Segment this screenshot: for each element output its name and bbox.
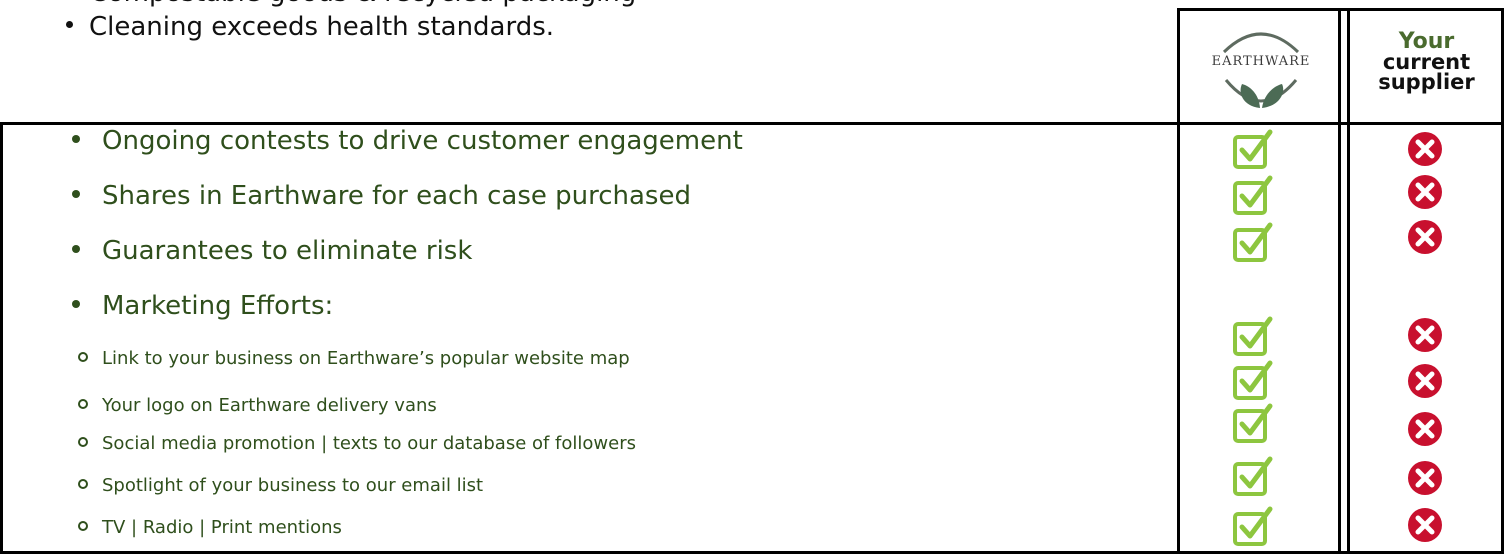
checkbox-check-icon: [1233, 506, 1273, 546]
marketing-label: Social media promotion | texts to our da…: [102, 433, 636, 454]
intro-cutoff-text: • Compostable goods & recycled packaging: [66, 0, 636, 8]
earthware-brand-name: EARTHWARE: [1211, 54, 1311, 69]
red-x-icon: [1408, 132, 1442, 166]
marketing-label: Your logo on Earthware delivery vans: [102, 395, 437, 416]
bullet-dot: [72, 134, 80, 143]
checkbox-check-icon: [1233, 175, 1273, 215]
marketing-label: Spotlight of your business to our email …: [102, 475, 484, 496]
intro-cleaning-line: Cleaning exceeds health standards.: [66, 12, 554, 42]
red-x-icon: [1408, 461, 1442, 495]
bullet-dot: [72, 189, 80, 198]
feature-row: Guarantees to eliminate risk: [72, 236, 472, 266]
checkbox-check-icon: [1233, 316, 1273, 356]
red-x-icon: [1408, 318, 1442, 352]
marketing-item: Social media promotion | texts to our da…: [78, 433, 636, 454]
checkbox-check-icon: [1233, 129, 1273, 169]
marketing-label: TV | Radio | Print mentions: [102, 517, 342, 538]
intro-cleaning-text: Cleaning exceeds health standards.: [89, 12, 555, 42]
supplier-header-line1: Your: [1398, 29, 1455, 54]
checkbox-check-icon: [1233, 222, 1273, 262]
circle-bullet-icon: [78, 479, 88, 489]
feature-label: Marketing Efforts:: [102, 291, 334, 321]
red-x-icon: [1408, 508, 1442, 542]
circle-bullet-icon: [78, 352, 88, 362]
feature-label: Guarantees to eliminate risk: [102, 236, 473, 266]
red-x-icon: [1408, 220, 1442, 254]
marketing-item: Your logo on Earthware delivery vans: [78, 395, 437, 416]
feature-label: Ongoing contests to drive customer engag…: [102, 126, 743, 156]
feature-row: Ongoing contests to drive customer engag…: [72, 126, 743, 156]
supplier-header-line3: supplier: [1378, 70, 1475, 94]
supplier-column-header: Your current supplier: [1353, 29, 1500, 94]
checkbox-check-icon: [1233, 456, 1273, 496]
supplier-header-line2: current: [1382, 50, 1471, 74]
supplier-column-inner-border: [1347, 8, 1350, 554]
bullet-dot: [72, 299, 80, 308]
checkbox-check-icon: [1233, 360, 1273, 400]
earthware-logo: EARTHWARE: [1186, 12, 1336, 124]
feature-row: Marketing Efforts:: [72, 291, 333, 321]
bullet-dot: [72, 244, 80, 253]
marketing-label: Link to your business on Earthware’s pop…: [102, 348, 630, 369]
red-x-icon: [1408, 364, 1442, 398]
circle-bullet-icon: [78, 521, 88, 531]
bullet-dot: [66, 21, 73, 28]
circle-bullet-icon: [78, 399, 88, 409]
red-x-icon: [1408, 175, 1442, 209]
red-x-icon: [1408, 412, 1442, 446]
earthware-column-left-border: [1177, 8, 1180, 554]
marketing-item: TV | Radio | Print mentions: [78, 517, 342, 538]
feature-label: Shares in Earthware for each case purcha…: [102, 181, 691, 211]
checkbox-check-icon: [1233, 403, 1273, 443]
intro-cutoff-line: • Compostable goods & recycled packaging: [66, 0, 636, 8]
feature-row: Shares in Earthware for each case purcha…: [72, 181, 691, 211]
table-left-border: [0, 122, 3, 554]
earthware-column-right-border: [1338, 8, 1341, 554]
marketing-item: Link to your business on Earthware’s pop…: [78, 348, 630, 369]
marketing-item: Spotlight of your business to our email …: [78, 475, 483, 496]
circle-bullet-icon: [78, 437, 88, 447]
